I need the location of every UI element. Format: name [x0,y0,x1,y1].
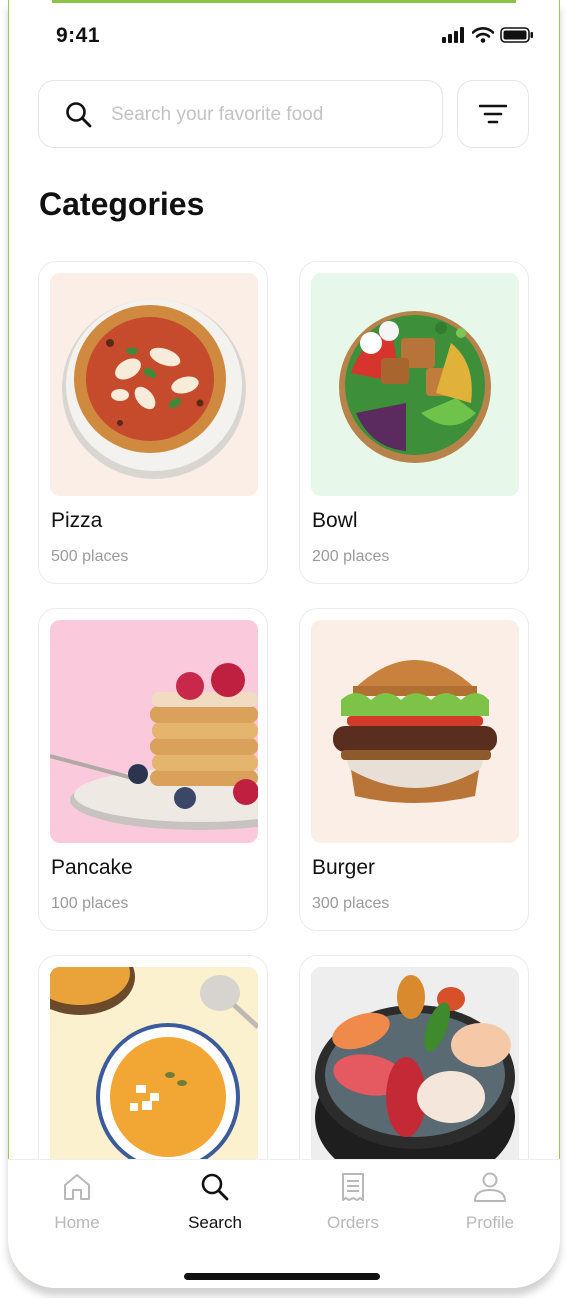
orders-icon [342,1173,364,1201]
sushi-image [311,967,519,1159]
nav-label: Profile [465,1213,515,1232]
pizza-image [50,273,258,496]
category-card-pancake[interactable]: Pancake 100 places [38,608,268,931]
category-name: Pizza [51,509,103,532]
category-grid: Pizza 500 places Bowl 200 places Pancake… [38,261,530,1159]
category-card-soup[interactable] [38,955,268,1159]
bottom-nav: Home Search Orders Profile [8,1159,560,1288]
category-count: 200 places [312,548,390,565]
burger-image [311,620,519,843]
signal-icon [442,27,464,43]
category-count: 500 places [51,548,129,565]
status-icons [442,27,534,43]
pancake-image [50,620,258,843]
nav-item-home[interactable]: Home [27,1172,127,1233]
category-card-burger[interactable]: Burger 300 places [299,608,529,931]
category-name: Pancake [51,856,133,879]
soup-image [50,967,258,1159]
nav-item-profile[interactable]: Profile [440,1172,540,1233]
search-input[interactable] [109,99,413,131]
search-icon [201,1173,229,1201]
profile-icon [474,1172,506,1202]
phone-frame: 9:41 Search your favorite food Categorie… [8,0,560,1288]
filter-button[interactable] [457,80,529,148]
home-indicator[interactable] [184,1273,380,1280]
nav-label: Search [188,1213,242,1232]
category-card-sushi[interactable] [299,955,529,1159]
nav-label: Orders [327,1213,379,1232]
category-card-bowl[interactable]: Bowl 200 places [299,261,529,584]
nav-label: Home [54,1213,100,1232]
wifi-icon [472,27,494,43]
category-card-pizza[interactable]: Pizza 500 places [38,261,268,584]
salad-bowl-image [311,273,519,496]
search-icon [66,102,92,128]
page-title: Categories [39,186,205,222]
status-bar: 9:41 [8,0,560,72]
battery-icon [500,27,533,43]
status-time: 9:41 [56,24,101,47]
search-box[interactable] [38,80,443,148]
category-name: Burger [312,856,376,879]
category-name: Bowl [312,509,358,532]
home-icon [64,1174,90,1200]
nav-item-search[interactable]: Search [165,1172,265,1233]
filter-icon [479,104,507,124]
nav-item-orders[interactable]: Orders [303,1172,403,1233]
category-count: 100 places [51,895,129,912]
category-count: 300 places [312,895,390,912]
